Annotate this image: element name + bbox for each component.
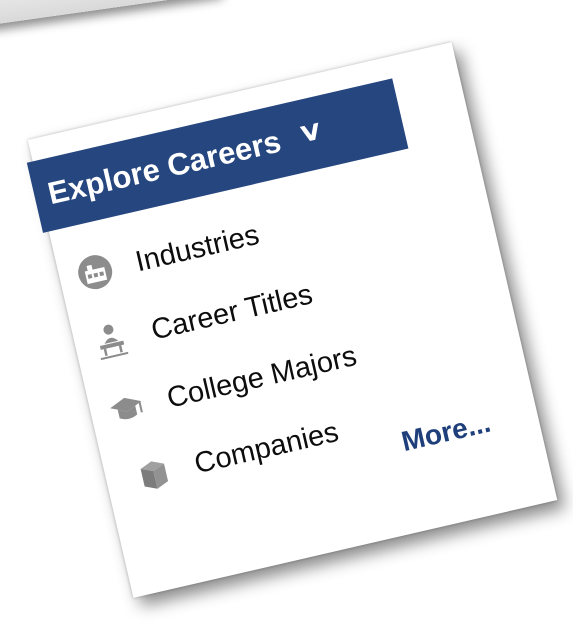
chevron-down-icon: ∨ [293,113,327,149]
box-icon [140,461,169,489]
menu-item-label: College Majors [163,339,360,415]
more-link[interactable]: More... [399,407,494,458]
screenshot-stage: Explore Careers ∨ Industries Career Titl… [0,0,573,624]
explore-careers-dropdown-header[interactable]: Explore Careers ∨ [26,78,409,233]
industry-icon [78,255,113,290]
graduation-cap-icon [110,397,143,420]
menu-item-label: Industries [132,218,263,278]
person-at-desk-icon [99,324,129,361]
menu-title: Explore Careers [44,123,285,212]
explore-careers-menu: Explore Careers ∨ Industries Career Titl… [26,42,558,598]
menu-item-label: Career Titles [148,277,316,347]
menu-item-label: Companies [191,415,342,480]
background-panel-fragment [0,0,223,28]
